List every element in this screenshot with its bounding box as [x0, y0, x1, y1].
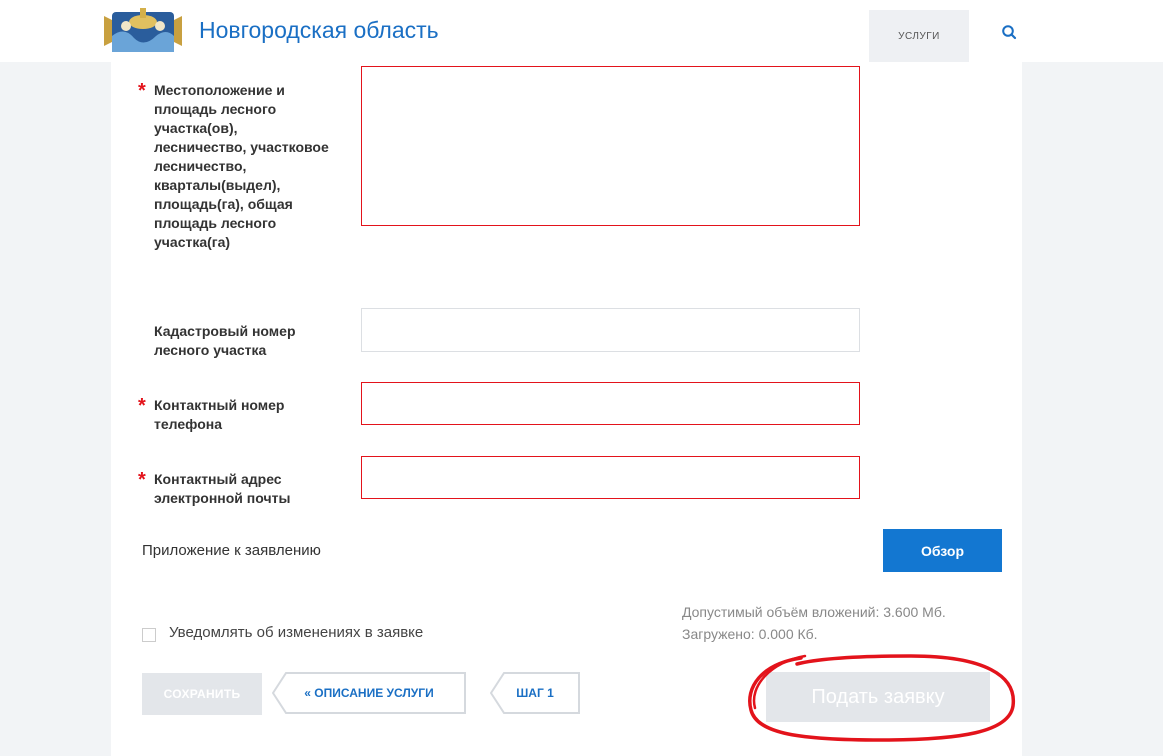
- notify-label[interactable]: Уведомлять об изменениях в заявке: [169, 624, 423, 641]
- phone-input[interactable]: [361, 382, 860, 425]
- search-icon: [1002, 25, 1017, 40]
- services-button[interactable]: услуги: [869, 10, 969, 62]
- location-field-label: * Местоположение и площадь лесного участ…: [138, 80, 329, 250]
- notify-checkbox[interactable]: [142, 628, 156, 642]
- phone-field-label: * Контактный номер телефона: [138, 395, 285, 432]
- attachment-info: Допустимый объём вложений: 3.600 Мб. Заг…: [682, 601, 946, 645]
- coat-of-arms-icon[interactable]: [104, 6, 182, 56]
- search-button[interactable]: [995, 18, 1023, 46]
- form-container: * Местоположение и площадь лесного участ…: [111, 62, 1022, 756]
- attachment-label: Приложение к заявлению: [142, 542, 321, 559]
- email-input[interactable]: [361, 456, 860, 499]
- required-mark: *: [138, 469, 146, 491]
- location-textarea[interactable]: [361, 66, 860, 226]
- browse-button[interactable]: Обзор: [883, 529, 1002, 572]
- email-field-label: * Контактный адрес электронной почты: [138, 469, 291, 506]
- step-1-button[interactable]: ШАГ 1: [490, 672, 580, 714]
- save-button[interactable]: СОХРАНИТЬ: [142, 673, 262, 715]
- cadastral-number-label: Кадастровый номер лесного участка: [154, 323, 296, 358]
- required-mark: *: [138, 395, 146, 417]
- attachment-limit: Допустимый объём вложений: 3.600 Мб.: [682, 604, 946, 620]
- step-1-label: ШАГ 1: [516, 686, 554, 700]
- back-to-description-button[interactable]: « ОПИСАНИЕ УСЛУГИ: [272, 672, 466, 714]
- back-to-description-label: « ОПИСАНИЕ УСЛУГИ: [304, 686, 434, 700]
- site-header: Новгородская область услуги: [0, 0, 1163, 62]
- site-title[interactable]: Новгородская область: [199, 17, 439, 44]
- cadastral-number-input[interactable]: [361, 308, 860, 352]
- required-mark: *: [138, 80, 146, 102]
- attachment-loaded: Загружено: 0.000 Кб.: [682, 626, 818, 642]
- submit-application-button[interactable]: Подать заявку: [766, 672, 990, 722]
